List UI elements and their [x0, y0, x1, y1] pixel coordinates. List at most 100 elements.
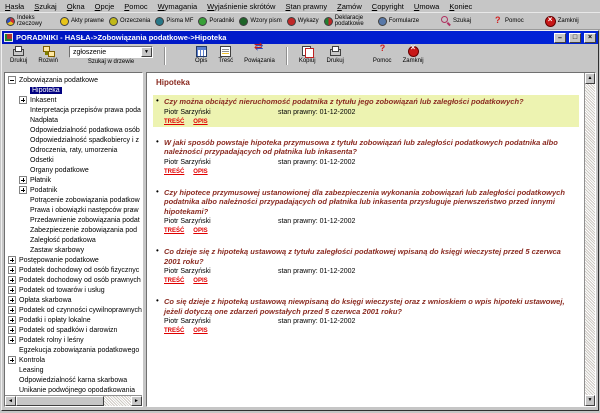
tree-item[interactable]: Postępowanie podatkowe [5, 255, 142, 265]
indeks-rzeczowy-button[interactable]: Indeks rzeczowy [6, 15, 55, 27]
tree-expand-icon[interactable] [8, 266, 16, 274]
tree-expand-icon[interactable] [19, 186, 27, 194]
tree-item[interactable]: Podatek od towarów i usług [5, 285, 142, 295]
close-window-button[interactable] [584, 33, 596, 43]
tree-item[interactable]: Odpowiedzialność karna skarbowa [5, 375, 142, 385]
tree-expand-icon[interactable] [8, 296, 16, 304]
menu-stan-prawny[interactable]: Stan prawny [285, 2, 327, 11]
opis-link[interactable]: OPIS [193, 278, 207, 284]
tree-expand-icon[interactable] [19, 176, 27, 184]
tresc-link[interactable]: TREŚĆ [164, 119, 184, 125]
poradniki-button[interactable]: Poradniki [198, 17, 234, 26]
opis-link[interactable]: OPIS [193, 328, 207, 334]
pomoc2-button[interactable]: Pomoc [373, 46, 392, 64]
menu-zamow[interactable]: Zamów [337, 2, 362, 11]
tree-item[interactable]: Inkasent [5, 95, 142, 105]
menu-wyjasnienie-skrotow[interactable]: Wyjaśnienie skrótów [207, 2, 275, 11]
tresc-link[interactable]: TREŚĆ [164, 328, 184, 334]
content-vertical-scrollbar[interactable]: ▲ ▼ [584, 73, 595, 406]
opis-link[interactable]: OPIS [193, 119, 207, 125]
tree-expand-icon[interactable] [8, 286, 16, 294]
opis-link[interactable]: OPIS [193, 228, 207, 234]
tree-expand-icon[interactable] [8, 256, 16, 264]
menu-koniec[interactable]: Koniec [449, 2, 472, 11]
formularze-button[interactable]: Formularze [378, 17, 419, 26]
akty-prawne-button[interactable]: Akty prawne [60, 17, 104, 26]
kopiuj-button[interactable]: Kopiuj [299, 46, 316, 64]
pomoc-button[interactable]: Pomoc [492, 16, 524, 26]
tree-item[interactable]: Odsetki [5, 155, 142, 165]
tree-expand-icon[interactable] [8, 276, 16, 284]
menu-szukaj[interactable]: Szukaj [34, 2, 57, 11]
tresc-link[interactable]: TREŚĆ [164, 228, 184, 234]
tree-item[interactable]: Odpowiedzialność spadkobiercy i z [5, 135, 142, 145]
tree-expand-icon[interactable] [8, 316, 16, 324]
tree-item[interactable]: Podatek rolny i leśny [5, 335, 142, 345]
tree-item[interactable]: Zaległość podatkowa [5, 235, 142, 245]
tree-item[interactable]: Płatnik [5, 175, 142, 185]
wzory-pism-button[interactable]: Wzory pism [239, 17, 281, 26]
powiazania-button[interactable]: Powiązania [244, 46, 275, 64]
deklaracje-podatkowe-button[interactable]: Deklaracje podatkowe [324, 15, 373, 27]
minimize-button[interactable] [554, 33, 566, 43]
tresc-link[interactable]: TREŚĆ [164, 169, 184, 175]
szukaj-button[interactable]: Szukaj [440, 16, 471, 26]
menu-hasla[interactable]: Hasła [5, 2, 24, 11]
tree-item[interactable]: Prawa i obowiązki następców praw [5, 205, 142, 215]
window-titlebar[interactable]: PORADNIKI - HASŁA->Zobowiązania podatkow… [2, 31, 598, 44]
tree-item[interactable]: Organy podatkowe [5, 165, 142, 175]
chevron-down-icon[interactable]: ▼ [141, 47, 152, 57]
tree-item[interactable]: Zastaw skarbowy [5, 245, 142, 255]
tresc-link[interactable]: TREŚĆ [164, 278, 184, 284]
tree-expand-icon[interactable] [19, 96, 27, 104]
tree-item[interactable]: Przedawnienie zobowiązania podat [5, 215, 142, 225]
tree-item[interactable]: Zabezpieczenie zobowiązania pod [5, 225, 142, 235]
maximize-button[interactable] [569, 33, 581, 43]
menu-wymagania[interactable]: Wymagania [158, 2, 198, 11]
tresc-button[interactable]: Treść [218, 46, 233, 64]
tree-item[interactable]: Interpretacja przepisów prawa poda [5, 105, 142, 115]
drukuj2-button[interactable]: Drukuj [327, 46, 344, 64]
tree-item[interactable]: Leasing [5, 365, 142, 375]
tree-item[interactable]: Podatek dochodowy od osób prawnych [5, 275, 142, 285]
scroll-down-icon[interactable]: ▼ [585, 395, 595, 406]
rozwin-button[interactable]: Rozwiń [38, 46, 58, 64]
tree-item[interactable]: Podatek od spadków i darowizn [5, 325, 142, 335]
tree-item[interactable]: Unikanie podwójnego opodatkowania [5, 385, 142, 395]
pisma-mf-button[interactable]: Pisma MF [155, 17, 193, 26]
scrollbar-thumb[interactable] [16, 396, 104, 406]
tree-collapse-icon[interactable] [8, 76, 16, 84]
tree-item[interactable]: Egzekucja zobowiązania podatkowego [5, 345, 142, 355]
tree-search-combobox[interactable]: zgłoszenie ▼ [69, 46, 153, 58]
drukuj-button[interactable]: Drukuj [10, 46, 27, 64]
tree-item-hipoteka[interactable]: Hipoteka [5, 85, 142, 95]
scroll-left-icon[interactable]: ◄ [5, 396, 16, 406]
menu-opcje[interactable]: Opcje [95, 2, 115, 11]
tree-item[interactable]: Kontrola [5, 355, 142, 365]
opis-link[interactable]: OPIS [193, 169, 207, 175]
tree-item[interactable]: Podatek dochodowy od osób fizycznyc [5, 265, 142, 275]
menu-copyright[interactable]: Copyright [372, 2, 404, 11]
tree-item[interactable]: Opłata skarbowa [5, 295, 142, 305]
tree-item[interactable]: Nadpłata [5, 115, 142, 125]
menu-okna[interactable]: Okna [67, 2, 85, 11]
tree-item[interactable]: Odroczenia, raty, umorzenia [5, 145, 142, 155]
tree-item[interactable]: Zobowiązania podatkowe [5, 75, 142, 85]
scroll-right-icon[interactable]: ► [131, 396, 142, 406]
tree-item[interactable]: Potrącenie zobowiązania podatkow [5, 195, 142, 205]
tree-item[interactable]: Odpowiedzialność podatkowa osób [5, 125, 142, 135]
tree-item[interactable]: Podatki i opłaty lokalne [5, 315, 142, 325]
zamknij2-button[interactable]: Zamknij [403, 46, 424, 64]
menu-umowa[interactable]: Umowa [414, 2, 439, 11]
menu-pomoc[interactable]: Pomoc [124, 2, 147, 11]
tree-expand-icon[interactable] [8, 326, 16, 334]
orzeczenia-button[interactable]: Orzeczenia [109, 17, 150, 26]
tree-expand-icon[interactable] [8, 336, 16, 344]
wykazy-button[interactable]: Wykazy [287, 17, 319, 26]
tree-item[interactable]: Podatek od czynności cywilnoprawnych [5, 305, 142, 315]
zamknij-button[interactable]: Zamknij [545, 16, 579, 26]
tree-expand-icon[interactable] [8, 306, 16, 314]
tree-horizontal-scrollbar[interactable]: ◄ ► [5, 395, 142, 406]
scroll-up-icon[interactable]: ▲ [585, 73, 595, 84]
tree-item[interactable]: Podatnik [5, 185, 142, 195]
